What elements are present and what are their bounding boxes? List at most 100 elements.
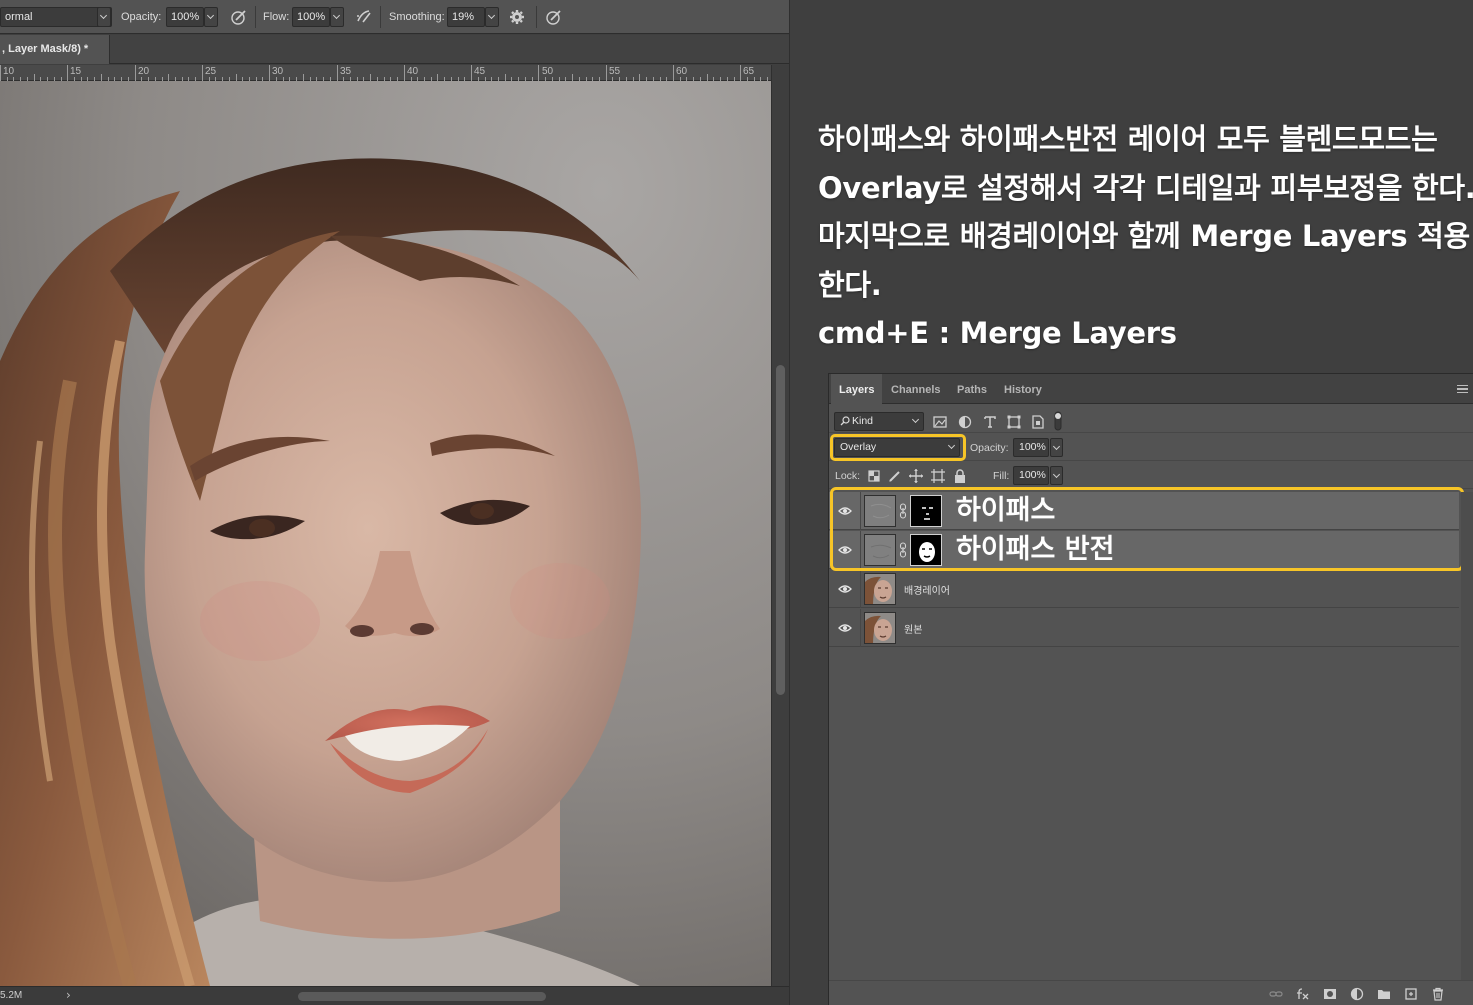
opacity-label: Opacity: (121, 11, 162, 23)
panel-tab-bar: Layers Channels Paths History (829, 374, 1473, 405)
lock-position-icon[interactable] (908, 468, 924, 484)
lock-label: Lock: (835, 470, 861, 482)
ruler-label: 35 (340, 66, 352, 77)
annotation-line: 하이패스와 하이패스반전 레이어 모두 블렌드모드는 (818, 122, 1438, 156)
workspace-divider (789, 0, 790, 1005)
document-tab-title: , Layer Mask/8) * (2, 43, 89, 55)
trash-icon[interactable] (1431, 987, 1445, 1001)
fill-value: 100% (1019, 469, 1046, 481)
layer-row-original[interactable]: 원본 (829, 609, 1459, 647)
annotation-line: cmd+E : Merge Layers (818, 316, 1177, 350)
status-bar: 5.2M › (0, 986, 790, 1005)
filter-kind-select[interactable]: Kind (834, 412, 924, 431)
ruler-label: 45 (474, 66, 486, 77)
ruler-label: 20 (138, 66, 150, 77)
layer-filter-row: Kind (829, 406, 1473, 433)
adjustment-icon[interactable] (1350, 987, 1364, 1001)
tab-channels[interactable]: Channels (883, 374, 949, 404)
mask-icon[interactable] (1323, 987, 1337, 1001)
filter-toggle-icon[interactable] (1053, 411, 1063, 431)
eye-icon[interactable] (838, 583, 852, 595)
smart-object-filter-icon[interactable] (1030, 414, 1046, 430)
blend-mode-highlight (830, 434, 966, 461)
portrait-thumbnail-image (865, 613, 895, 643)
lock-artboard-icon[interactable] (930, 468, 946, 484)
pixel-filter-icon[interactable] (932, 414, 948, 430)
visibility-column-divider (860, 570, 861, 608)
ruler-label: 10 (3, 66, 15, 77)
layer-opacity-dropdown-toggle[interactable] (1050, 438, 1063, 457)
filter-kind-value: Kind (852, 415, 874, 427)
layer-opacity-input[interactable]: 100% (1013, 438, 1049, 457)
shape-filter-icon[interactable] (1006, 414, 1022, 430)
ruler-label: 30 (272, 66, 284, 77)
annotation-line: 마지막으로 배경레이어와 함께 Merge Layers 적용 (818, 219, 1470, 253)
portrait-thumbnail-image (865, 574, 895, 604)
layer-row-background-copy[interactable]: 배경레이어 (829, 570, 1459, 608)
lock-transparent-pixels-icon[interactable] (866, 468, 882, 484)
lock-image-pixels-icon[interactable] (887, 468, 903, 484)
annotation-text: 하이패스와 하이패스반전 레이어 모두 블렌드모드는 Overlay로 설정해서… (818, 115, 1473, 358)
gear-icon[interactable] (507, 7, 527, 27)
smoothing-label: Smoothing: (389, 11, 445, 23)
flow-dropdown-toggle[interactable] (330, 7, 344, 27)
tab-history[interactable]: History (996, 374, 1050, 404)
flow-value: 100% (297, 11, 326, 23)
symmetry-icon[interactable] (544, 7, 564, 27)
layer-thumbnail[interactable] (864, 612, 896, 644)
smoothing-dropdown-toggle[interactable] (485, 7, 499, 27)
document-tab-bar: , Layer Mask/8) * (0, 35, 790, 64)
adjustment-filter-icon[interactable] (957, 414, 973, 430)
folder-icon[interactable] (1377, 987, 1391, 1001)
brush-pressure-icon[interactable] (229, 7, 249, 27)
tab-layers[interactable]: Layers (831, 374, 883, 405)
blend-mode-select[interactable]: ormal (0, 7, 112, 27)
status-menu-arrow[interactable]: › (66, 988, 71, 1002)
tab-paths[interactable]: Paths (949, 374, 995, 404)
blend-mode-dropdown-toggle[interactable] (97, 7, 111, 27)
ruler-label: 55 (609, 66, 621, 77)
opacity-dropdown-toggle[interactable] (204, 7, 218, 27)
link-icon[interactable] (1269, 987, 1283, 1001)
horizontal-scroll-thumb[interactable] (298, 992, 546, 1001)
blend-mode-value: ormal (5, 11, 33, 23)
layers-scrollbar[interactable] (1461, 492, 1473, 980)
vertical-scrollbar[interactable] (771, 65, 789, 986)
highpass-layers-highlight (830, 487, 1464, 571)
separator (380, 6, 381, 28)
document-size: 5.2M (0, 990, 23, 1001)
portrait-photo (0, 81, 771, 986)
separator (536, 6, 537, 28)
fill-input[interactable]: 100% (1013, 466, 1049, 485)
visibility-column-divider (860, 609, 861, 647)
ruler-label: 25 (205, 66, 217, 77)
layers-panel: Layers Channels Paths History Kind Overl… (828, 373, 1473, 1005)
fill-label: Fill: (993, 470, 1010, 482)
eye-icon[interactable] (838, 622, 852, 634)
layer-thumbnail[interactable] (864, 573, 896, 605)
smoothing-value: 19% (452, 11, 475, 23)
options-bar: ormal Opacity: 100% Flow: 100% Smoothing… (0, 0, 790, 34)
fx-icon[interactable] (1296, 987, 1310, 1001)
fill-dropdown-toggle[interactable] (1050, 466, 1063, 485)
opacity-value: 100% (171, 11, 200, 23)
ruler-label: 60 (676, 66, 688, 77)
document-tab[interactable]: , Layer Mask/8) * (0, 35, 110, 64)
layer-opacity-label: Opacity: (970, 442, 1009, 454)
opacity-input[interactable]: 100% (166, 7, 204, 27)
ruler-label: 15 (70, 66, 82, 77)
new-layer-icon[interactable] (1404, 987, 1418, 1001)
panel-menu-icon[interactable] (1457, 385, 1468, 393)
layer-name: 원본 (904, 625, 923, 636)
type-filter-icon[interactable] (982, 414, 998, 430)
flow-input[interactable]: 100% (292, 7, 330, 27)
search-icon (840, 416, 850, 426)
smoothing-input[interactable]: 19% (447, 7, 485, 27)
ruler-label: 65 (743, 66, 755, 77)
lock-icon[interactable] (952, 468, 968, 484)
flow-label: Flow: (263, 11, 290, 23)
ruler-ticks (0, 65, 768, 81)
document-canvas[interactable] (0, 81, 771, 986)
airbrush-icon[interactable] (354, 7, 374, 27)
vertical-scroll-thumb[interactable] (776, 365, 785, 695)
